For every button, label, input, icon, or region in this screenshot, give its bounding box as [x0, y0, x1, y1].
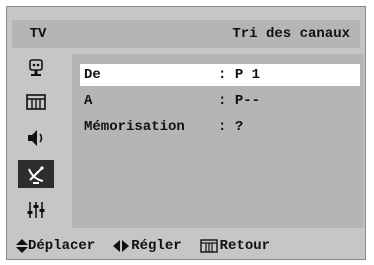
hint-return: Retour: [199, 238, 271, 254]
menu-row-label: A: [84, 93, 93, 109]
menu-row-value: P 1: [234, 67, 261, 83]
sidebar-item-picture[interactable]: [18, 88, 54, 116]
hint-adjust: Régler: [113, 238, 182, 254]
menu-row-label: De: [84, 67, 101, 83]
up-down-arrows-icon: [16, 239, 28, 253]
menu-content-panel: De : P 1 A : P-- Mémorisation : ?: [72, 54, 364, 228]
channel-satellite-icon: [28, 166, 44, 184]
menu-row-label: Mémorisation: [84, 119, 185, 135]
menu-row-separator: :: [218, 119, 235, 135]
menu-row-value: ?: [234, 119, 244, 135]
picture-icon: [26, 94, 46, 110]
menu-row-value: P--: [234, 93, 261, 109]
menu-sidebar: [12, 48, 64, 228]
menu-row-from[interactable]: De : P 1: [80, 64, 360, 86]
hint-adjust-label: Régler: [131, 238, 182, 254]
menu-title: Tri des canaux: [64, 20, 360, 48]
left-right-arrows-icon: [113, 240, 130, 252]
menu-row-separator: :: [218, 67, 235, 83]
menu-return-icon: [199, 239, 218, 253]
setup-sliders-icon: [27, 202, 45, 218]
input-antenna-icon: [29, 59, 43, 76]
hint-return-label: Retour: [219, 238, 271, 254]
hint-move: Déplacer: [16, 238, 95, 254]
key-hint-bar: Déplacer Régler Retour: [12, 232, 364, 260]
sidebar-item-channel[interactable]: [18, 160, 54, 188]
sound-icon: [28, 130, 43, 146]
source-label: TV: [12, 20, 64, 48]
menu-row-store[interactable]: Mémorisation : ?: [80, 116, 360, 138]
menu-row-separator: :: [218, 93, 235, 109]
sidebar-item-sound[interactable]: [18, 124, 54, 152]
hint-move-label: Déplacer: [28, 238, 96, 254]
sidebar-item-setup[interactable]: [18, 196, 54, 224]
sidebar-item-input[interactable]: [18, 54, 54, 82]
menu-row-to[interactable]: A : P--: [80, 90, 360, 112]
